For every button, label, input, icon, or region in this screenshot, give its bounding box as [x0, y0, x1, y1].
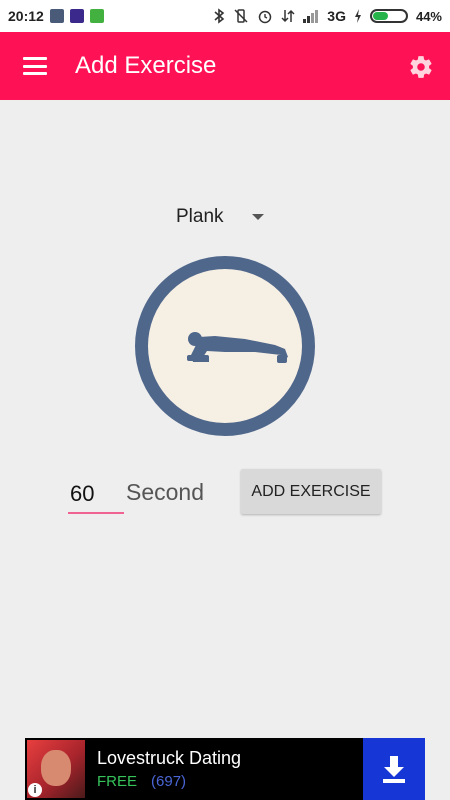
gear-icon[interactable] [408, 54, 434, 80]
duration-unit-label: Second [126, 479, 205, 505]
ad-thumbnail: i [27, 740, 85, 798]
page-title: Add Exercise [75, 52, 217, 79]
ad-text: Lovestruck Dating FREE (697) [97, 748, 363, 790]
status-bar: 20:12 3G 44% [0, 0, 450, 32]
ad-meta: FREE (697) [97, 773, 363, 790]
menu-icon[interactable] [23, 57, 47, 75]
exercise-dropdown[interactable]: Plank [176, 202, 286, 232]
download-icon [383, 756, 405, 783]
clock: 20:12 [8, 8, 44, 24]
ad-download-button[interactable] [363, 738, 425, 800]
ad-banner[interactable]: i Lovestruck Dating FREE (697) [25, 738, 425, 800]
info-icon[interactable]: i [28, 783, 42, 797]
signal-icon [303, 10, 319, 23]
bluetooth-icon [214, 8, 225, 24]
exercise-dropdown-value: Plank [176, 206, 224, 227]
notification-icon [49, 9, 64, 23]
add-exercise-button[interactable]: ADD EXERCISE [241, 469, 381, 514]
status-right: 3G 44% [213, 8, 450, 24]
data-transfer-icon [281, 9, 295, 23]
ad-title: Lovestruck Dating [97, 748, 242, 768]
duration-input[interactable] [68, 476, 124, 514]
ad-price: FREE [97, 773, 138, 790]
plank-icon [187, 332, 288, 363]
app-bar: Add Exercise [0, 32, 450, 100]
dropdown-arrow-icon [251, 214, 264, 220]
battery-percent: 44% [415, 8, 442, 24]
ad-rating-count: (697) [151, 773, 187, 790]
tv-notification-icon [69, 9, 84, 23]
network-type: 3G [327, 8, 346, 24]
charging-icon [354, 9, 361, 23]
battery-icon [369, 9, 408, 23]
alarm-icon [259, 10, 272, 24]
status-left: 20:12 [0, 8, 104, 24]
vibrate-off-icon [234, 9, 248, 23]
exercise-illustration [135, 256, 315, 436]
android-notification-icon [89, 9, 104, 23]
